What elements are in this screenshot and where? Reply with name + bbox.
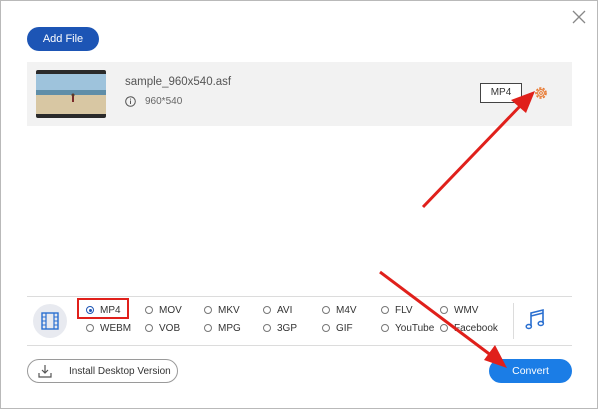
output-format-badge[interactable]: MP4 xyxy=(480,83,522,103)
add-file-button[interactable]: Add File xyxy=(27,27,99,51)
format-label: 3GP xyxy=(277,323,298,334)
install-desktop-button[interactable]: Install Desktop Version xyxy=(27,359,178,383)
info-icon[interactable] xyxy=(125,96,136,107)
radio xyxy=(322,306,330,314)
video-thumbnail xyxy=(36,70,106,118)
format-label: MKV xyxy=(218,305,240,316)
format-label: MOV xyxy=(159,305,182,316)
radio xyxy=(204,306,212,314)
format-label: M4V xyxy=(336,305,357,316)
format-label: AVI xyxy=(277,305,293,316)
radio xyxy=(86,324,94,332)
radio xyxy=(322,324,330,332)
video-format-tab[interactable] xyxy=(33,304,67,338)
file-resolution: 960*540 xyxy=(145,96,183,107)
radio xyxy=(204,324,212,332)
format-label: YouTube xyxy=(395,323,435,334)
format-label: Facebook xyxy=(454,323,498,334)
file-name: sample_960x540.asf xyxy=(125,76,232,88)
format-label: MPG xyxy=(218,323,241,334)
radio xyxy=(263,324,271,332)
radio xyxy=(263,306,271,314)
format-label: GIF xyxy=(336,323,353,334)
radio xyxy=(440,306,448,314)
file-list-item: sample_960x540.asf 960*540 MP4 xyxy=(27,62,572,126)
format-label: FLV xyxy=(395,305,413,316)
divider xyxy=(513,303,514,339)
radio-selected xyxy=(86,306,94,314)
radio xyxy=(145,324,153,332)
radio xyxy=(440,324,448,332)
format-label: VOB xyxy=(159,323,181,334)
close-icon[interactable] xyxy=(570,8,588,26)
format-label: WEBM xyxy=(100,323,132,334)
install-label: Install Desktop Version xyxy=(69,366,171,377)
radio xyxy=(381,306,389,314)
film-icon xyxy=(41,312,59,330)
format-panel xyxy=(27,296,572,346)
radio xyxy=(145,306,153,314)
format-label: WMV xyxy=(454,305,479,316)
download-icon xyxy=(38,365,52,378)
format-label: MP4 xyxy=(100,305,121,316)
radio xyxy=(381,324,389,332)
gear-icon[interactable] xyxy=(533,85,549,101)
music-note-icon[interactable] xyxy=(524,307,546,333)
convert-button[interactable]: Convert xyxy=(489,359,572,383)
